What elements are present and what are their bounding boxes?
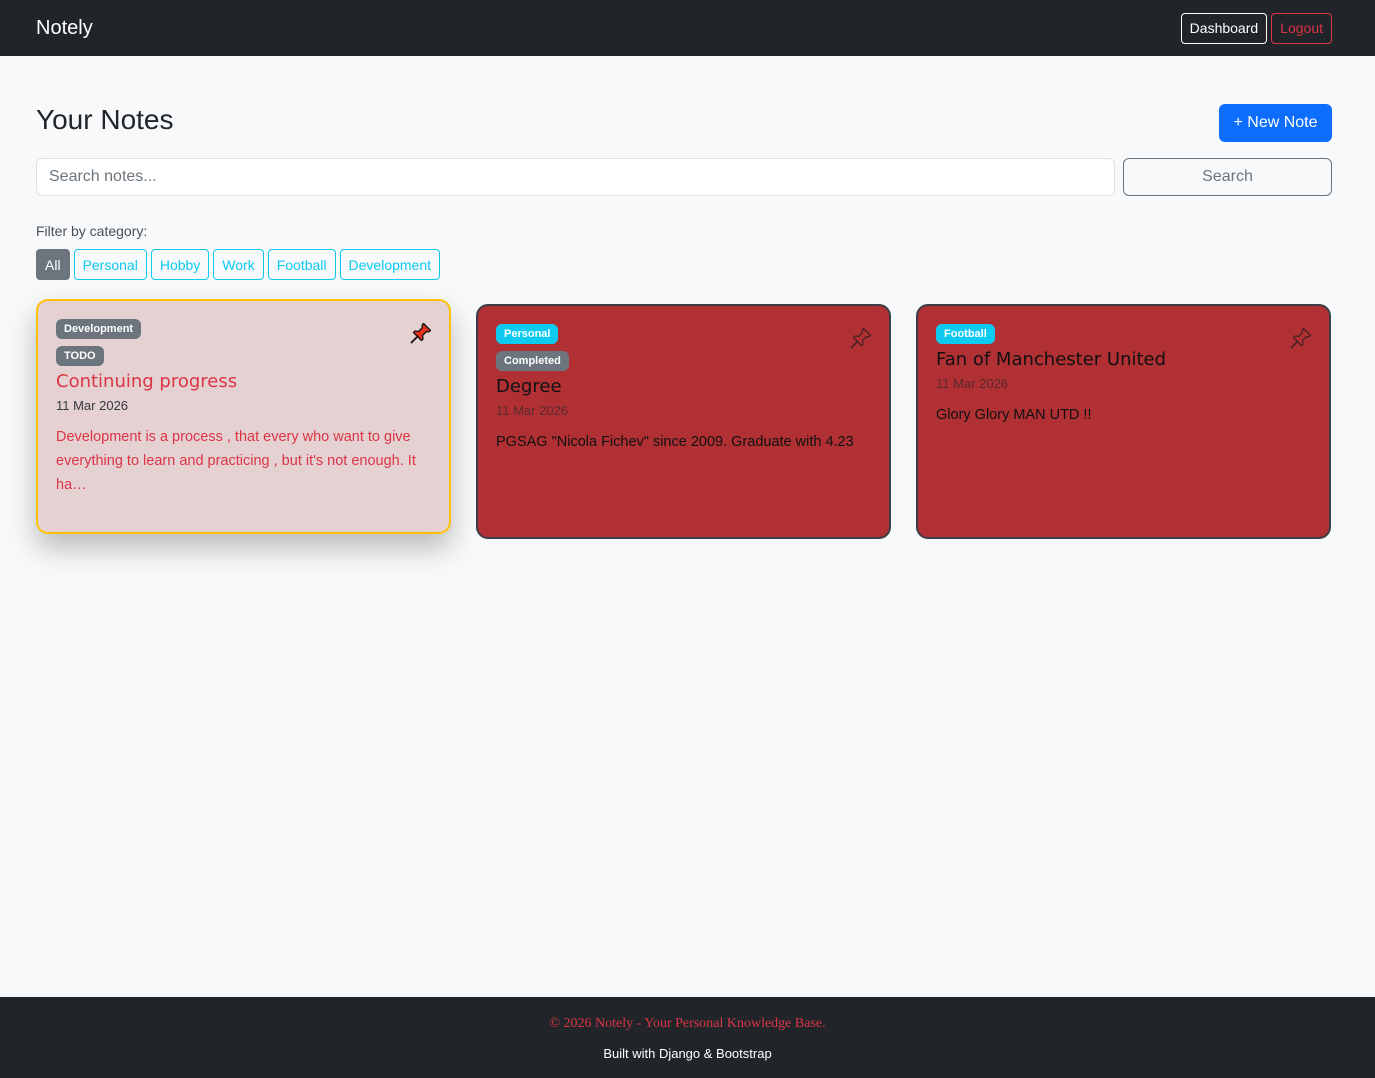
note-date: 11 Mar 2026	[936, 376, 1009, 391]
note-card[interactable]: Football Fan of Manchester United 11 Mar…	[916, 304, 1331, 539]
pushpin-icon[interactable]	[1289, 326, 1313, 350]
category-badge: Football	[936, 324, 995, 344]
note-excerpt: Glory Glory MAN UTD !!	[936, 407, 1092, 423]
footer-copyright: © 2026 Notely - Your Personal Knowledge …	[549, 1016, 826, 1031]
pushpin-icon[interactable]	[849, 326, 873, 350]
note-date: 11 Mar 2026	[56, 398, 129, 413]
filter-label: Filter by category:	[36, 223, 148, 239]
category-badge: Development	[56, 319, 142, 339]
navbar: Notely Dashboard Logout	[0, 0, 1375, 56]
note-title[interactable]: Continuing progress	[56, 371, 431, 392]
note-excerpt: Development is a process , that every wh…	[56, 429, 416, 493]
status-badge: Completed	[496, 351, 569, 371]
footer: © 2026 Notely - Your Personal Knowledge …	[0, 997, 1375, 1078]
filter-development[interactable]: Development	[339, 249, 441, 280]
dashboard-button[interactable]: Dashboard	[1180, 12, 1268, 44]
search-input[interactable]	[36, 158, 1115, 196]
note-excerpt: PGSAG "Nicola Fichev" since 2009. Gradua…	[496, 434, 854, 450]
filter-hobby[interactable]: Hobby	[150, 249, 210, 280]
filter-work[interactable]: Work	[213, 249, 264, 280]
filter-all[interactable]: All	[36, 249, 70, 280]
logout-button[interactable]: Logout	[1271, 12, 1332, 44]
brand-logo[interactable]: Notely	[36, 17, 93, 40]
note-date: 11 Mar 2026	[496, 403, 569, 418]
note-title[interactable]: Degree	[496, 376, 871, 397]
status-badge: TODO	[56, 346, 104, 366]
new-note-button[interactable]: + New Note	[1219, 104, 1332, 142]
filter-personal[interactable]: Personal	[73, 249, 147, 280]
note-card[interactable]: Development TODO Continuing progress 11 …	[36, 299, 451, 534]
filter-football[interactable]: Football	[267, 249, 336, 280]
search-button[interactable]: Search	[1123, 158, 1332, 196]
category-filters: All Personal Hobby Work Football Develop…	[36, 249, 441, 280]
pushpin-icon[interactable]	[409, 321, 433, 345]
category-badge: Personal	[496, 324, 559, 344]
footer-built-with: Built with Django & Bootstrap	[603, 1046, 772, 1061]
note-card[interactable]: Personal Completed Degree 11 Mar 2026 PG…	[476, 304, 891, 539]
nav-actions: Dashboard Logout	[1180, 12, 1332, 44]
page-title: Your Notes	[36, 104, 174, 135]
note-title[interactable]: Fan of Manchester United	[936, 349, 1311, 370]
